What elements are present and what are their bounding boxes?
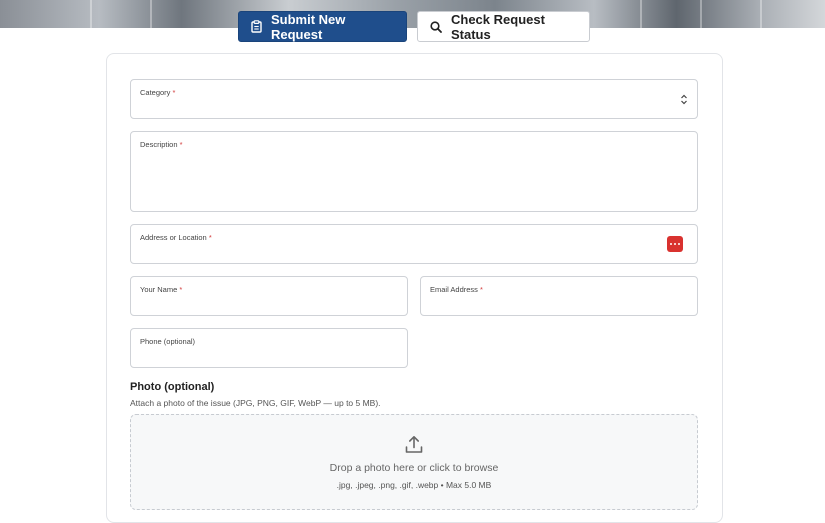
tab-check-request-status[interactable]: Check Request Status — [417, 11, 590, 42]
address-label: Address or Location * — [140, 233, 212, 242]
address-input[interactable]: Address or Location * — [130, 224, 698, 264]
hero-banner — [0, 0, 825, 28]
required-marker: * — [172, 88, 176, 97]
your-name-input[interactable]: Your Name * — [130, 276, 408, 316]
upload-icon — [405, 435, 423, 453]
phone-label: Phone (optional) — [140, 337, 196, 346]
dropzone-formats: .jpg, .jpeg, .png, .gif, .webp • Max 5.0… — [336, 480, 492, 490]
your-name-label: Your Name * — [140, 285, 183, 294]
required-marker: * — [208, 233, 212, 242]
required-marker: * — [179, 140, 183, 149]
required-marker: * — [179, 285, 183, 294]
category-label: Category * — [140, 88, 176, 97]
tab-submit-new-request[interactable]: Submit New Request — [238, 11, 407, 42]
tab-submit-label: Submit New Request — [271, 11, 346, 42]
photo-dropzone[interactable]: Drop a photo here or click to browse .jp… — [130, 414, 698, 510]
photo-help-text: Attach a photo of the issue (JPG, PNG, G… — [130, 398, 381, 408]
email-address-label: Email Address * — [430, 285, 483, 294]
phone-input[interactable]: Phone (optional) — [130, 328, 408, 368]
description-label: Description * — [140, 140, 183, 149]
tab-status-label: Check Request Status — [451, 11, 545, 42]
more-dots-icon[interactable] — [667, 236, 683, 252]
dropzone-instruction: Drop a photo here or click to browse — [329, 462, 499, 474]
chevron-updown-icon — [681, 94, 687, 105]
description-textarea[interactable]: Description * — [130, 131, 698, 212]
search-icon — [430, 20, 442, 33]
required-marker: * — [480, 285, 483, 294]
email-address-input[interactable]: Email Address * — [420, 276, 698, 316]
photo-section-title: Photo (optional) — [130, 381, 215, 393]
category-select[interactable]: Category * — [130, 79, 698, 119]
clipboard-icon — [251, 20, 262, 33]
